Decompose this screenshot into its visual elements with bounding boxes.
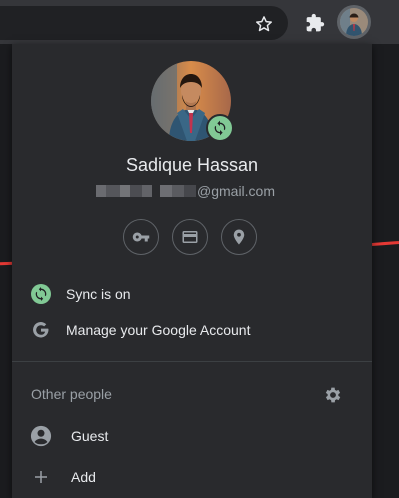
manage-people-gear-icon[interactable] [322,384,344,406]
location-pin-icon [233,229,245,245]
extensions-puzzle-icon[interactable] [301,9,329,37]
avatar [340,8,368,36]
add-label: Add [71,469,96,485]
address-bar[interactable] [0,6,288,40]
manage-google-account-item[interactable]: Manage your Google Account [12,312,372,348]
key-icon [132,232,150,242]
sync-icon [30,283,52,305]
profile-menu-panel: Sadique Hassan @gmail.com Sync is on Man… [12,44,372,498]
redacted-email-prefix [96,185,196,197]
person-icon [30,425,52,447]
manage-account-label: Manage your Google Account [66,322,251,338]
sync-label: Sync is on [66,286,131,302]
sync-status-item[interactable]: Sync is on [12,276,372,312]
browser-toolbar [0,0,399,44]
quick-actions [123,219,257,255]
plus-icon [30,466,52,488]
payment-methods-button[interactable] [172,219,208,255]
addresses-button[interactable] [221,219,257,255]
guest-profile-item[interactable]: Guest [12,418,372,454]
profile-name: Sadique Hassan [125,155,259,175]
bookmark-star-icon[interactable] [250,10,278,38]
sync-badge-icon [206,114,234,142]
profile-avatar-button[interactable] [337,5,371,39]
add-profile-item[interactable]: Add [12,459,372,495]
other-people-header: Other people [31,386,112,402]
profile-email: @gmail.com [96,183,275,199]
google-g-icon [30,319,52,341]
credit-card-icon [182,231,198,243]
passwords-button[interactable] [123,219,159,255]
browser-window: Sadique Hassan @gmail.com Sync is on Man… [0,0,399,498]
divider [12,361,372,362]
guest-label: Guest [71,428,109,444]
email-domain: @gmail.com [197,183,276,199]
